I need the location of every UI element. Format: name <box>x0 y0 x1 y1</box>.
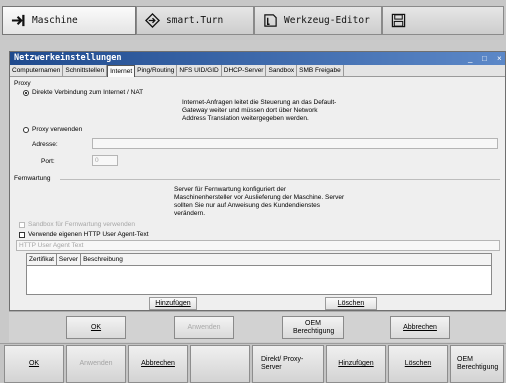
tab-smb-freigabe[interactable]: SMB Freigabe <box>297 65 344 77</box>
softkey-add-label: Hinzufügen <box>338 360 374 367</box>
use-proxy-radio[interactable] <box>23 127 29 133</box>
save-disk-icon <box>391 13 406 28</box>
mode-tab-label: smart.Turn <box>166 15 224 26</box>
remote-desc-4: verändern. <box>174 210 206 217</box>
proxy-section-label: Proxy <box>14 80 31 87</box>
tool-editor-icon <box>264 14 277 27</box>
softkey-delete[interactable]: Löschen <box>388 345 448 383</box>
dialog-apply-button[interactable]: Anwenden <box>174 316 234 339</box>
certificate-table: Zertifikat Server Beschreibung <box>26 253 492 295</box>
remote-section-label: Fernwartung <box>14 175 51 182</box>
mode-tab-maschine[interactable]: Maschine <box>2 6 136 35</box>
mode-tab-save[interactable] <box>382 6 504 35</box>
tab-ping-routing[interactable]: Ping/Routing <box>135 65 178 77</box>
window-title: Netzwerkeinstellungen <box>14 53 122 63</box>
tab-schnittstellen[interactable]: Schnittstellen <box>63 65 108 77</box>
softkey-oem-permission-label: OEM Berechtigung <box>457 356 499 371</box>
dialog-cancel-button[interactable]: Abbrechen <box>390 316 450 339</box>
dialog-oem-permission-button[interactable]: OEM Berechtigung <box>282 316 344 339</box>
port-field[interactable]: 0 <box>92 155 118 166</box>
settings-tabs: Computernamen Schnittstellen Internet Pi… <box>10 65 505 77</box>
tab-dhcp-server[interactable]: DHCP-Server <box>222 65 267 77</box>
softkey-bar: OK Anwenden Abbrechen Direkt/ Proxy-Serv… <box>0 343 506 383</box>
use-proxy-label: Proxy verwenden <box>32 126 83 133</box>
window-titlebar: Netzwerkeinstellungen _ □ × <box>10 52 505 65</box>
machine-arrow-icon <box>11 14 25 27</box>
user-agent-field[interactable]: HTTP User Agent Text <box>16 240 500 251</box>
softkey-empty[interactable] <box>190 345 250 383</box>
tab-internet[interactable]: Internet <box>107 65 136 77</box>
address-field[interactable] <box>92 138 498 149</box>
remote-desc-2: Maschinenhersteller vor Auslieferung der… <box>174 194 345 201</box>
softkey-cancel-label: Abbrechen <box>141 360 175 367</box>
direct-connection-desc-2: Gateway weiter und müssen dort über Netw… <box>182 107 318 114</box>
softkey-apply[interactable]: Anwenden <box>66 345 126 383</box>
dialog-ok-label: OK <box>90 323 102 331</box>
softkey-ok[interactable]: OK <box>4 345 64 383</box>
close-icon[interactable]: × <box>497 52 502 65</box>
column-zertifikat[interactable]: Zertifikat <box>27 254 57 265</box>
tab-sandbox[interactable]: Sandbox <box>266 65 298 77</box>
softkey-cancel[interactable]: Abbrechen <box>128 345 188 383</box>
minimize-icon[interactable]: _ <box>468 52 472 65</box>
direct-connection-desc-1: Internet-Anfragen leitet die Steuerung a… <box>182 99 337 106</box>
softkey-delete-label: Löschen <box>404 360 432 367</box>
mode-tab-label: Werkzeug-Editor <box>284 15 370 26</box>
softkey-direct-proxy-label: Direkt/ Proxy-Server <box>261 356 304 371</box>
mode-bar: Maschine smart.Turn Werkzeug-Editor <box>0 0 506 40</box>
softkey-ok-label: OK <box>28 360 40 367</box>
direct-connection-desc-3: Address Translation weitergegeben werden… <box>182 115 309 122</box>
user-agent-checkbox[interactable] <box>19 232 25 238</box>
remote-desc-1: Server für Fernwartung konfiguriert der <box>174 186 286 193</box>
mode-tab-werkzeug-editor[interactable]: Werkzeug-Editor <box>254 6 382 35</box>
dialog-oem-permission-label: OEM Berechtigung <box>293 319 335 335</box>
remote-divider <box>60 179 500 180</box>
direct-connection-radio[interactable] <box>23 90 29 96</box>
add-button[interactable]: Hinzufügen <box>149 297 197 310</box>
softkey-apply-label: Anwenden <box>79 360 113 367</box>
user-agent-label: Verwende eigenen HTTP User Agent-Text <box>28 231 149 238</box>
softkey-direct-proxy[interactable]: Direkt/ Proxy-Server <box>252 345 324 383</box>
softkey-oem-permission[interactable]: OEM Berechtigung <box>450 345 504 383</box>
column-beschreibung[interactable]: Beschreibung <box>81 254 125 265</box>
delete-button[interactable]: Löschen <box>325 297 377 310</box>
dialog-button-row: OK Anwenden OEM Berechtigung Abbrechen <box>9 311 506 342</box>
smart-turn-diamond-icon <box>145 13 160 28</box>
remote-desc-3: sollten Sie nur auf Anweisung des Kunden… <box>174 202 320 209</box>
port-label: Port: <box>41 158 55 165</box>
tab-computernamen[interactable]: Computernamen <box>10 65 64 77</box>
column-server[interactable]: Server <box>57 254 82 265</box>
tab-nfs-uid-gid[interactable]: NFS UID/GID <box>177 65 222 77</box>
direct-connection-label: Direkte Verbindung zum Internet / NAT <box>32 89 144 96</box>
dialog-cancel-label: Abbrechen <box>403 323 437 331</box>
sandbox-remote-checkbox[interactable] <box>19 222 25 228</box>
certificate-table-header: Zertifikat Server Beschreibung <box>27 254 491 266</box>
dialog-apply-label: Anwenden <box>187 323 221 331</box>
sandbox-remote-label: Sandbox für Fernwartung verwenden <box>28 221 135 228</box>
network-settings-window: Netzwerkeinstellungen _ □ × Computername… <box>9 51 506 311</box>
mode-tab-smart-turn[interactable]: smart.Turn <box>136 6 254 35</box>
mode-tab-label: Maschine <box>32 15 78 26</box>
address-label: Adresse: <box>32 141 58 148</box>
maximize-icon[interactable]: □ <box>482 52 487 65</box>
dialog-ok-button[interactable]: OK <box>66 316 126 339</box>
softkey-add[interactable]: Hinzufügen <box>326 345 386 383</box>
